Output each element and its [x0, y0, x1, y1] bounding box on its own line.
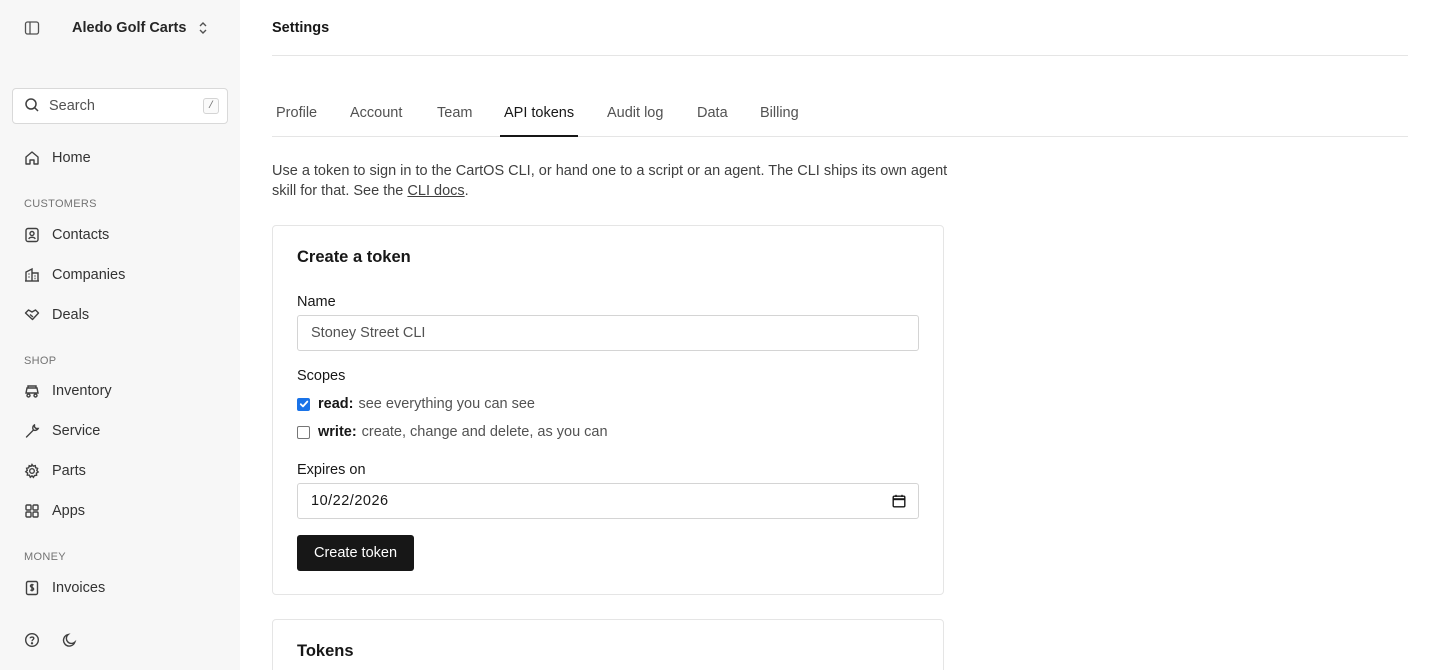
- handshake-icon: [24, 307, 40, 323]
- sidebar-item-parts[interactable]: Parts: [24, 459, 86, 483]
- scope-read-description: see everything you can see: [358, 396, 535, 412]
- tab-audit-log[interactable]: Audit log: [603, 96, 667, 136]
- sidebar-item-label: Invoices: [52, 580, 106, 596]
- scope-write-option[interactable]: write: create, change and delete, as you…: [297, 422, 608, 442]
- expires-date-field[interactable]: 10/22/2026: [297, 483, 919, 519]
- building-icon: [24, 267, 40, 283]
- home-icon: [24, 150, 40, 166]
- sidebar-item-home[interactable]: Home: [24, 146, 91, 170]
- expires-label: Expires on: [297, 462, 366, 478]
- sidebar-item-label: Apps: [52, 503, 86, 519]
- sidebar-item-apps[interactable]: Apps: [24, 499, 85, 523]
- scope-write-name: write:: [318, 424, 357, 440]
- token-name-value: Stoney Street CLI: [311, 325, 426, 341]
- tab-data[interactable]: Data: [693, 96, 732, 136]
- intro-body: Use a token to sign in to the CartOS CLI…: [272, 163, 948, 199]
- sidebar-item-inventory[interactable]: Inventory: [24, 379, 112, 403]
- sidebar-item-companies[interactable]: Companies: [24, 263, 125, 287]
- section-money: MONEY: [24, 551, 66, 563]
- invoice-icon: [24, 580, 40, 596]
- cart-icon: [24, 383, 40, 399]
- tokens-title: Tokens: [297, 642, 354, 660]
- sidebar-item-label: Parts: [52, 463, 86, 479]
- sidebar-item-deals[interactable]: Deals: [24, 303, 89, 327]
- intro-end: .: [464, 183, 469, 199]
- sidebar-item-label: Home: [52, 150, 91, 166]
- sidebar-toggle-icon[interactable]: [20, 16, 44, 40]
- sidebar-item-label: Service: [52, 423, 101, 439]
- sidebar-item-label: Deals: [52, 307, 90, 323]
- create-token-title: Create a token: [297, 248, 411, 266]
- sidebar-item-invoices[interactable]: Invoices: [24, 576, 105, 600]
- gear-icon: [24, 463, 40, 479]
- tab-team[interactable]: Team: [433, 96, 476, 136]
- tab-account[interactable]: Account: [346, 96, 406, 136]
- sidebar-item-service[interactable]: Service: [24, 419, 100, 443]
- scope-read-name: read:: [318, 396, 354, 412]
- search-placeholder: Search: [49, 98, 95, 114]
- workspace-name[interactable]: Aledo Golf Carts: [72, 20, 186, 36]
- chevron-up-down-icon[interactable]: [194, 19, 212, 37]
- create-token-button[interactable]: Create token: [297, 535, 414, 571]
- sidebar-item-contacts[interactable]: Contacts: [24, 223, 109, 247]
- intro-text: Use a token to sign in to the CartOS CLI…: [272, 161, 952, 201]
- tab-profile[interactable]: Profile: [272, 96, 321, 136]
- divider: [272, 55, 1408, 56]
- create-token-card: Create a token Name Stoney Street CLI Sc…: [272, 225, 944, 595]
- name-label: Name: [297, 294, 336, 310]
- scope-write-description: create, change and delete, as you can: [361, 424, 608, 440]
- scope-write-checkbox[interactable]: [297, 425, 310, 439]
- scopes-label: Scopes: [297, 368, 346, 384]
- tokens-card: Tokens: [272, 619, 944, 670]
- scope-read-option[interactable]: read: see everything you can see: [297, 394, 535, 414]
- search-input[interactable]: Search /: [12, 88, 228, 124]
- sidebar: Aledo Golf Carts Search / Home CUSTOMERS: [0, 0, 240, 670]
- tab-api-tokens[interactable]: API tokens: [500, 96, 579, 137]
- tab-billing[interactable]: Billing: [756, 96, 803, 136]
- workspace-switcher[interactable]: Aledo Golf Carts: [20, 16, 220, 40]
- sidebar-item-label: Inventory: [52, 383, 112, 399]
- expires-date-value: 10/22/2026: [311, 493, 389, 509]
- search-shortcut-badge: /: [203, 98, 219, 114]
- page-title: Settings: [272, 20, 330, 36]
- sidebar-item-label: Contacts: [52, 227, 110, 243]
- help-icon[interactable]: [24, 630, 40, 650]
- section-customers: CUSTOMERS: [24, 198, 97, 210]
- search-icon: [24, 97, 40, 116]
- section-shop: SHOP: [24, 355, 57, 367]
- grid-icon: [24, 503, 40, 519]
- scope-read-checkbox[interactable]: [297, 397, 310, 411]
- sidebar-footer: [24, 630, 78, 650]
- cli-docs-link[interactable]: CLI docs: [407, 183, 464, 199]
- calendar-icon[interactable]: [892, 494, 906, 508]
- moon-icon[interactable]: [62, 630, 78, 650]
- token-name-field[interactable]: Stoney Street CLI: [297, 315, 919, 351]
- contact-card-icon: [24, 227, 40, 243]
- settings-tabs: Profile Account Team API tokens Audit lo…: [272, 96, 1408, 137]
- sidebar-item-label: Companies: [52, 267, 126, 283]
- wrench-icon: [24, 423, 40, 439]
